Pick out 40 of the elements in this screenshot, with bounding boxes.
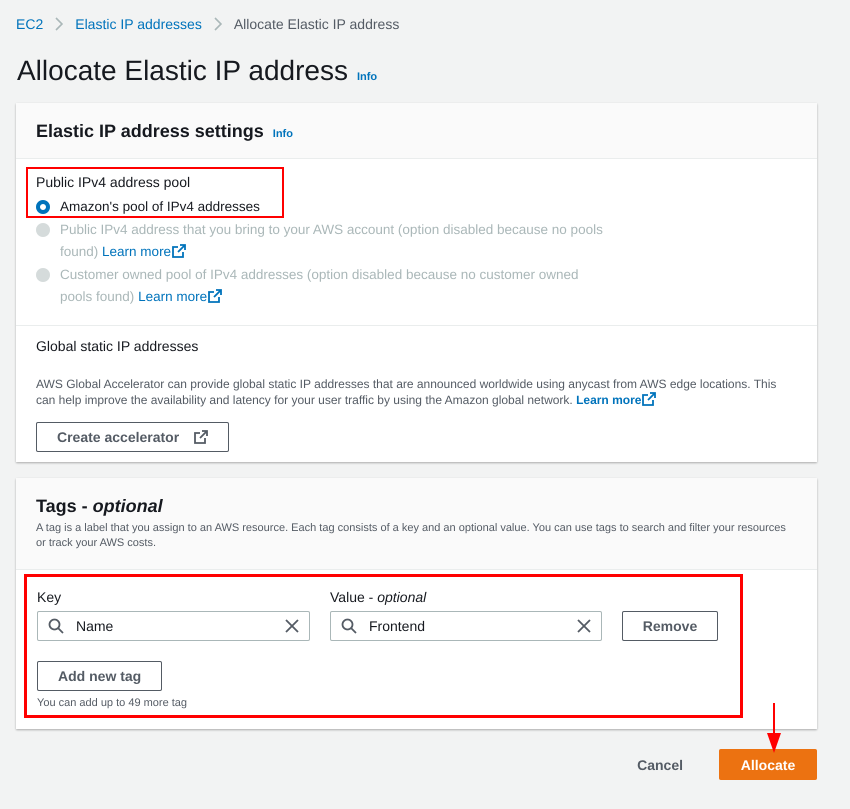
info-link[interactable]: Info [356, 71, 378, 83]
page-title: Allocate Elastic IP address [17, 55, 348, 87]
annotation-arrow [766, 703, 782, 753]
breadcrumb-link[interactable]: EC2 [16, 16, 44, 32]
field-value: Frontend [369, 618, 426, 634]
create-accelerator-button[interactable]: Create accelerator [36, 422, 230, 452]
external-link-icon [208, 289, 222, 303]
field-label: Public IPv4 address pool [36, 174, 192, 190]
cancel-button[interactable]: Cancel [631, 756, 689, 774]
radio-label: Amazon's pool of IPv4 addresses [60, 198, 260, 216]
info-link[interactable]: Info [272, 128, 293, 140]
value-field[interactable]: Frontend [330, 611, 602, 641]
external-link-icon [172, 244, 186, 258]
field-value: Name [76, 618, 114, 634]
section-title: Global static IP addresses [36, 338, 200, 354]
description-text: AWS Global Accelerator can provide global static IP addresses that are announced worldwide using anycast from AWS edge locations. This can help improve the availability and latency for your user traffic by using the Amazon global network. Learn more [36, 376, 778, 408]
chevron-icon [55, 17, 64, 31]
radio-label: Customer owned pool of IPv4 addresses (option disabled because no customer owned pools found) Learn more [60, 266, 580, 306]
breadcrumb-link[interactable]: Elastic IP addresses [75, 16, 202, 32]
allocate-button[interactable]: Allocate [719, 749, 817, 780]
field-label: Key [37, 589, 62, 605]
add-tag-button[interactable]: Add new tag [37, 661, 162, 691]
chevron-icon [214, 17, 222, 31]
panel-title: Elastic IP address settings [36, 121, 264, 142]
learn-more-link[interactable]: Learn more [576, 393, 656, 407]
radio-button[interactable] [36, 200, 50, 214]
radio-label: Public IPv4 address that you bring to your AWS account (option disabled because no pools found) Learn more [60, 221, 604, 261]
description-text: A tag is a label that you assign to an AWS resource. Each tag consists of a key and an optional value. You can use tags to search and filter your resources or track your AWS costs. [36, 521, 787, 551]
search-icon [48, 618, 64, 634]
clear-icon[interactable] [577, 619, 591, 633]
remove-button[interactable]: Remove [622, 611, 718, 641]
search-icon [341, 618, 357, 634]
field-label: Value - optional [330, 589, 428, 605]
external-link-icon [194, 430, 208, 444]
external-link-icon [642, 392, 656, 406]
breadcrumb-current-page: Allocate Elastic IP address [234, 16, 400, 32]
key-field[interactable]: Name [37, 611, 310, 641]
hint-text: You can add up to 49 more tag [37, 697, 188, 709]
panel-title: Tags - optional [36, 496, 164, 517]
clear-icon[interactable] [285, 619, 299, 633]
